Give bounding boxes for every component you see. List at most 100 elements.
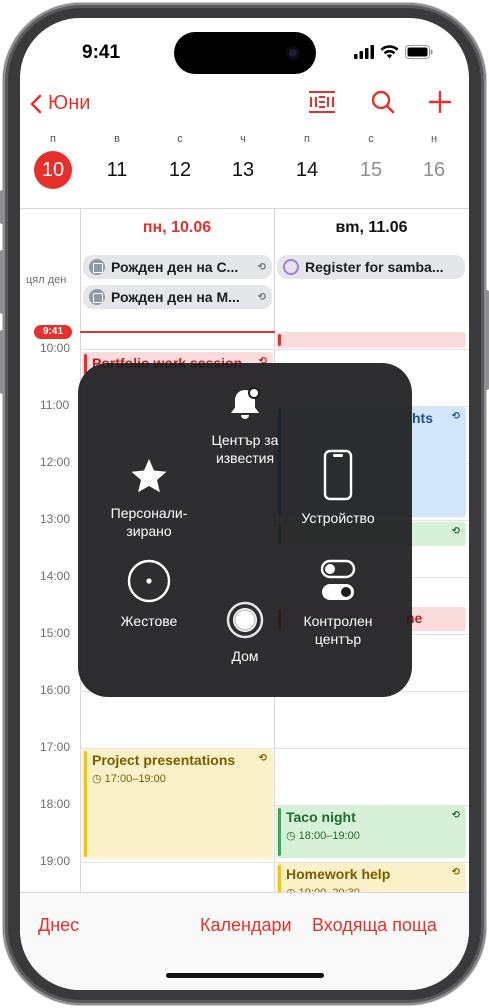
home-indicator xyxy=(166,973,324,978)
week-day-sun[interactable]: н 16 xyxy=(412,131,456,189)
gift-icon xyxy=(89,259,105,275)
allday-event-title: Register for samba... xyxy=(305,259,444,275)
phone-device-icon xyxy=(323,449,353,501)
today-button[interactable]: Днес xyxy=(38,915,79,936)
repeat-icon: ⟲ xyxy=(451,867,460,878)
back-label: Юни xyxy=(48,92,91,114)
event-title: Project presentations xyxy=(92,752,236,768)
week-day-thu[interactable]: ч 13 xyxy=(221,131,265,189)
week-day-letter: в xyxy=(114,133,120,145)
gift-icon xyxy=(89,289,105,305)
allday-event[interactable]: Register for samba... xyxy=(277,255,465,279)
week-day-mon[interactable]: п 10 xyxy=(31,131,75,189)
home-circle-icon xyxy=(226,601,264,639)
home-label: Дом xyxy=(231,648,259,664)
calendar-event-project[interactable]: Project presentations ◷ 17:00–19:00 ⟲ xyxy=(82,749,273,859)
gesture-circle-icon xyxy=(127,559,171,603)
home-button[interactable]: Дом xyxy=(185,601,305,665)
back-button[interactable]: Юни xyxy=(30,92,90,115)
allday-event-title: Рожден ден на М... xyxy=(111,289,240,305)
custom-label: Персонали-зирано xyxy=(110,505,188,539)
clock-icon: ◷ xyxy=(92,773,102,785)
week-day-fri[interactable]: п 14 xyxy=(285,131,329,189)
week-day-sat[interactable]: с 15 xyxy=(349,131,393,189)
side-button xyxy=(0,190,4,224)
signal-icon xyxy=(354,45,374,59)
hour-label: 18:00 xyxy=(40,797,71,811)
repeat-icon: ⟲ xyxy=(257,261,266,273)
volume-down-button xyxy=(0,330,4,394)
calendar-event-taco[interactable]: Taco night ◷ 18:00–19:00 ⟲ xyxy=(276,806,466,858)
week-day-letter: п xyxy=(50,133,56,145)
day-header-mon[interactable]: пн, 10.06 xyxy=(80,219,274,237)
week-day-letter: н xyxy=(430,133,438,145)
week-day-number: 13 xyxy=(231,159,255,181)
star-icon xyxy=(131,459,167,493)
event-time-text: 18:00–19:00 xyxy=(298,830,360,842)
hour-label: 12:00 xyxy=(40,455,71,469)
status-icons xyxy=(354,45,433,59)
repeat-icon: ⟲ xyxy=(451,810,460,821)
week-day-number: 11 xyxy=(106,159,128,181)
camera-icon xyxy=(286,46,300,60)
dynamic-island xyxy=(174,32,316,74)
hour-label: 14:00 xyxy=(40,569,71,583)
event-title: Taco night xyxy=(286,809,356,825)
power-button xyxy=(485,290,489,390)
week-day-number: 10 xyxy=(34,151,72,189)
day-header-tue[interactable]: вm, 11.06 xyxy=(274,219,469,237)
hour-line xyxy=(80,349,469,350)
event-time: ◷ 18:00–19:00 xyxy=(286,829,460,842)
inbox-button[interactable]: Входяща поща xyxy=(312,915,437,936)
hour-label: 19:00 xyxy=(40,854,71,868)
calendar-event[interactable] xyxy=(276,332,466,348)
bell-icon xyxy=(231,387,260,419)
reminder-circle-icon xyxy=(283,259,299,275)
custom-button[interactable]: Персонали-зирано xyxy=(89,456,209,540)
allday-event-title: Рожден ден на С... xyxy=(111,259,239,275)
event-time: ◷ 17:00–19:00 xyxy=(92,772,267,785)
week-day-number: 12 xyxy=(168,159,192,181)
hour-label: 11:00 xyxy=(40,398,70,412)
gestures-label: Жестове xyxy=(120,613,178,629)
volume-up-button xyxy=(0,250,4,314)
screen: 9:41 Юни п 10 в 11 с 12 ч 13 п 14 с 15 н 16 пн,… xyxy=(20,18,469,990)
repeat-icon: ⟲ xyxy=(451,411,460,422)
week-day-letter: с xyxy=(368,133,374,145)
week-day-number: 16 xyxy=(422,159,446,181)
hour-label: 16:00 xyxy=(40,683,71,697)
wifi-icon xyxy=(380,45,399,59)
week-day-wed[interactable]: с 12 xyxy=(158,131,202,189)
assistive-touch-menu: Център за известия Персонали-зирано Устр… xyxy=(78,363,412,697)
nav-actions xyxy=(307,90,451,114)
hour-label: 17:00 xyxy=(40,740,71,754)
chevron-left-icon xyxy=(30,94,42,113)
hour-label: 15:00 xyxy=(40,626,71,640)
allday-event[interactable]: Рожден ден на С... ⟲ xyxy=(83,255,272,279)
week-day-letter: п xyxy=(304,133,310,145)
allday-event[interactable]: Рожден ден на М... ⟲ xyxy=(83,285,272,309)
week-day-tue[interactable]: в 11 xyxy=(95,131,139,189)
week-day-letter: ч xyxy=(240,133,246,145)
now-line xyxy=(80,331,275,333)
repeat-icon: ⟲ xyxy=(258,753,267,764)
week-day-number: 14 xyxy=(295,159,319,181)
toggles-icon xyxy=(320,559,356,600)
list-view-icon[interactable] xyxy=(307,90,337,114)
search-icon[interactable] xyxy=(371,90,395,114)
calendars-button[interactable]: Календари xyxy=(200,915,292,936)
event-title: Homework help xyxy=(286,866,391,882)
repeat-icon: ⟲ xyxy=(257,291,266,303)
hour-label: 13:00 xyxy=(40,512,71,526)
week-day-letter: с xyxy=(177,133,183,145)
allday-label: цял ден xyxy=(26,274,67,286)
clock-icon: ◷ xyxy=(286,830,296,842)
device-label: Устройство xyxy=(301,510,375,526)
add-icon[interactable] xyxy=(429,91,451,113)
week-day-number: 15 xyxy=(359,159,383,181)
repeat-icon: ⟲ xyxy=(451,526,460,537)
now-badge: 9:41 xyxy=(34,325,72,339)
battery-icon xyxy=(405,45,433,59)
device-button[interactable]: Устройство xyxy=(278,449,398,527)
event-time-text: 17:00–19:00 xyxy=(104,773,166,785)
